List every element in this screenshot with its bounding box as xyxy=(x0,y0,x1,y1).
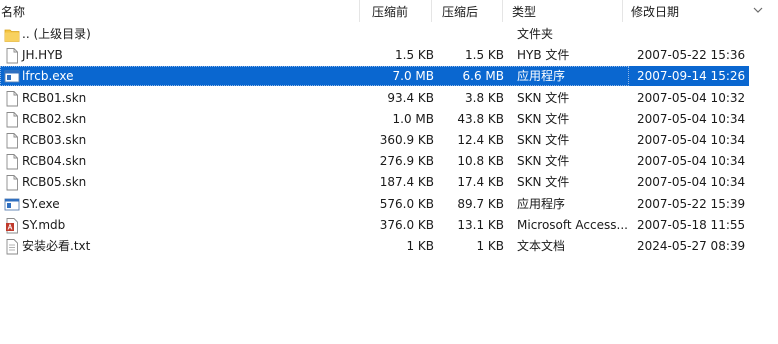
file-icon xyxy=(4,153,20,170)
column-separator[interactable] xyxy=(359,0,360,22)
file-name: RCB05.skn xyxy=(22,175,87,190)
file-name: SY.exe xyxy=(22,196,60,211)
column-compressed-after[interactable]: 压缩后 xyxy=(442,4,478,20)
file-type: 应用程序 xyxy=(517,196,566,211)
file-row[interactable]: 安装必看.txt 1 KB 1 KB 文本文档 2024-05-27 08:39 xyxy=(0,236,778,257)
modified-date: 2007-05-04 10:34 xyxy=(637,132,746,147)
size-after: 1 KB xyxy=(476,238,504,253)
chevron-down-icon[interactable] xyxy=(752,4,764,16)
file-row[interactable]: RCB05.skn 187.4 KB 17.4 KB SKN 文件 2007-05-04… xyxy=(0,172,778,193)
size-before: 1.0 MB xyxy=(392,111,434,126)
file-type: 文件夹 xyxy=(517,27,554,41)
file-row[interactable]: SY.mdb 376.0 KB 13.1 KB Microsoft Access...… xyxy=(0,215,778,236)
size-after: 3.8 KB xyxy=(465,90,504,105)
modified-date: 2007-05-04 10:32 xyxy=(637,90,746,105)
exe-icon xyxy=(4,196,20,213)
file-row[interactable]: .. (上级目录) 文件夹 xyxy=(0,24,778,45)
size-before: 93.4 KB xyxy=(387,90,434,105)
modified-date: 2007-05-04 10:34 xyxy=(637,111,746,126)
modified-date: 2007-05-22 15:36 xyxy=(637,48,746,63)
file-row[interactable]: RCB04.skn 276.9 KB 10.8 KB SKN 文件 2007-05-04… xyxy=(0,151,778,172)
column-name[interactable]: 名称 xyxy=(1,4,25,20)
file-name: RCB01.skn xyxy=(22,90,87,105)
file-row[interactable]: SY.exe 576.0 KB 89.7 KB 应用程序 2007-05-22 15:3… xyxy=(0,194,778,215)
file-type: Microsoft Access... xyxy=(517,217,628,232)
file-row[interactable]: RCB01.skn 93.4 KB 3.8 KB SKN 文件 2007-05-04 1… xyxy=(0,88,778,109)
file-name: RCB02.skn xyxy=(22,111,87,126)
size-before: 576.0 KB xyxy=(379,196,434,211)
file-row[interactable]: lfrcb.exe 7.0 MB 6.6 MB 应用程序 2007-09-14 15:2… xyxy=(0,66,778,87)
exe-icon xyxy=(4,68,20,85)
size-before: 187.4 KB xyxy=(379,175,434,190)
column-separator[interactable] xyxy=(622,0,623,22)
file-name: SY.mdb xyxy=(22,217,66,232)
file-type: 应用程序 xyxy=(517,69,566,84)
size-before: 376.0 KB xyxy=(379,217,434,232)
file-name: RCB03.skn xyxy=(22,132,87,147)
file-icon xyxy=(4,132,20,149)
file-type: SKN 文件 xyxy=(517,111,570,126)
size-after: 1.5 KB xyxy=(465,48,504,63)
file-name: lfrcb.exe xyxy=(22,69,74,84)
size-after: 43.8 KB xyxy=(457,111,504,126)
column-compressed-before[interactable]: 压缩前 xyxy=(372,4,408,20)
file-icon xyxy=(4,47,20,64)
size-before: 7.0 MB xyxy=(392,69,434,84)
modified-date: 2007-05-22 15:39 xyxy=(637,196,746,211)
file-icon xyxy=(4,90,20,107)
modified-date: 2007-05-04 10:34 xyxy=(637,175,746,190)
column-type[interactable]: 类型 xyxy=(512,4,536,20)
access-db-icon xyxy=(4,217,20,234)
file-icon xyxy=(4,174,20,191)
size-after: 6.6 MB xyxy=(462,69,504,84)
size-before: 1.5 KB xyxy=(395,48,434,63)
size-after: 12.4 KB xyxy=(457,132,504,147)
modified-date: 2024-05-27 08:39 xyxy=(637,238,746,253)
file-row[interactable]: JH.HYB 1.5 KB 1.5 KB HYB 文件 2007-05-22 15:36 xyxy=(0,45,778,66)
file-type: HYB 文件 xyxy=(517,48,570,63)
size-after: 13.1 KB xyxy=(457,217,504,232)
size-before: 276.9 KB xyxy=(379,154,434,169)
text-file-icon xyxy=(4,238,20,255)
column-header: 名称 压缩前 压缩后 类型 修改日期 xyxy=(0,0,778,22)
file-type: SKN 文件 xyxy=(517,90,570,105)
file-type: SKN 文件 xyxy=(517,154,570,169)
column-modified-date[interactable]: 修改日期 xyxy=(631,4,679,20)
modified-date: 2007-09-14 15:26 xyxy=(637,69,746,84)
column-separator[interactable] xyxy=(502,0,503,22)
column-separator[interactable] xyxy=(431,0,432,22)
file-type: 文本文档 xyxy=(517,238,566,253)
file-name: .. (上级目录) xyxy=(22,27,91,41)
file-name: RCB04.skn xyxy=(22,154,87,169)
size-after: 89.7 KB xyxy=(457,196,504,211)
folder-icon xyxy=(4,26,20,43)
file-row[interactable]: RCB02.skn 1.0 MB 43.8 KB SKN 文件 2007-05-04 1… xyxy=(0,109,778,130)
size-before: 1 KB xyxy=(406,238,434,253)
file-row[interactable]: RCB03.skn 360.9 KB 12.4 KB SKN 文件 2007-05-04… xyxy=(0,130,778,151)
file-type: SKN 文件 xyxy=(517,175,570,190)
size-after: 10.8 KB xyxy=(457,154,504,169)
file-icon xyxy=(4,111,20,128)
size-after: 17.4 KB xyxy=(457,175,504,190)
size-before: 360.9 KB xyxy=(379,132,434,147)
file-list: .. (上级目录) 文件夹 JH.HYB 1.5 KB 1.5 KB HYB 文件 2007… xyxy=(0,24,778,257)
file-name: JH.HYB xyxy=(22,48,63,63)
file-name: 安装必看.txt xyxy=(22,238,91,253)
modified-date: 2007-05-18 11:55 xyxy=(637,217,746,232)
file-type: SKN 文件 xyxy=(517,132,570,147)
modified-date: 2007-05-04 10:34 xyxy=(637,154,746,169)
